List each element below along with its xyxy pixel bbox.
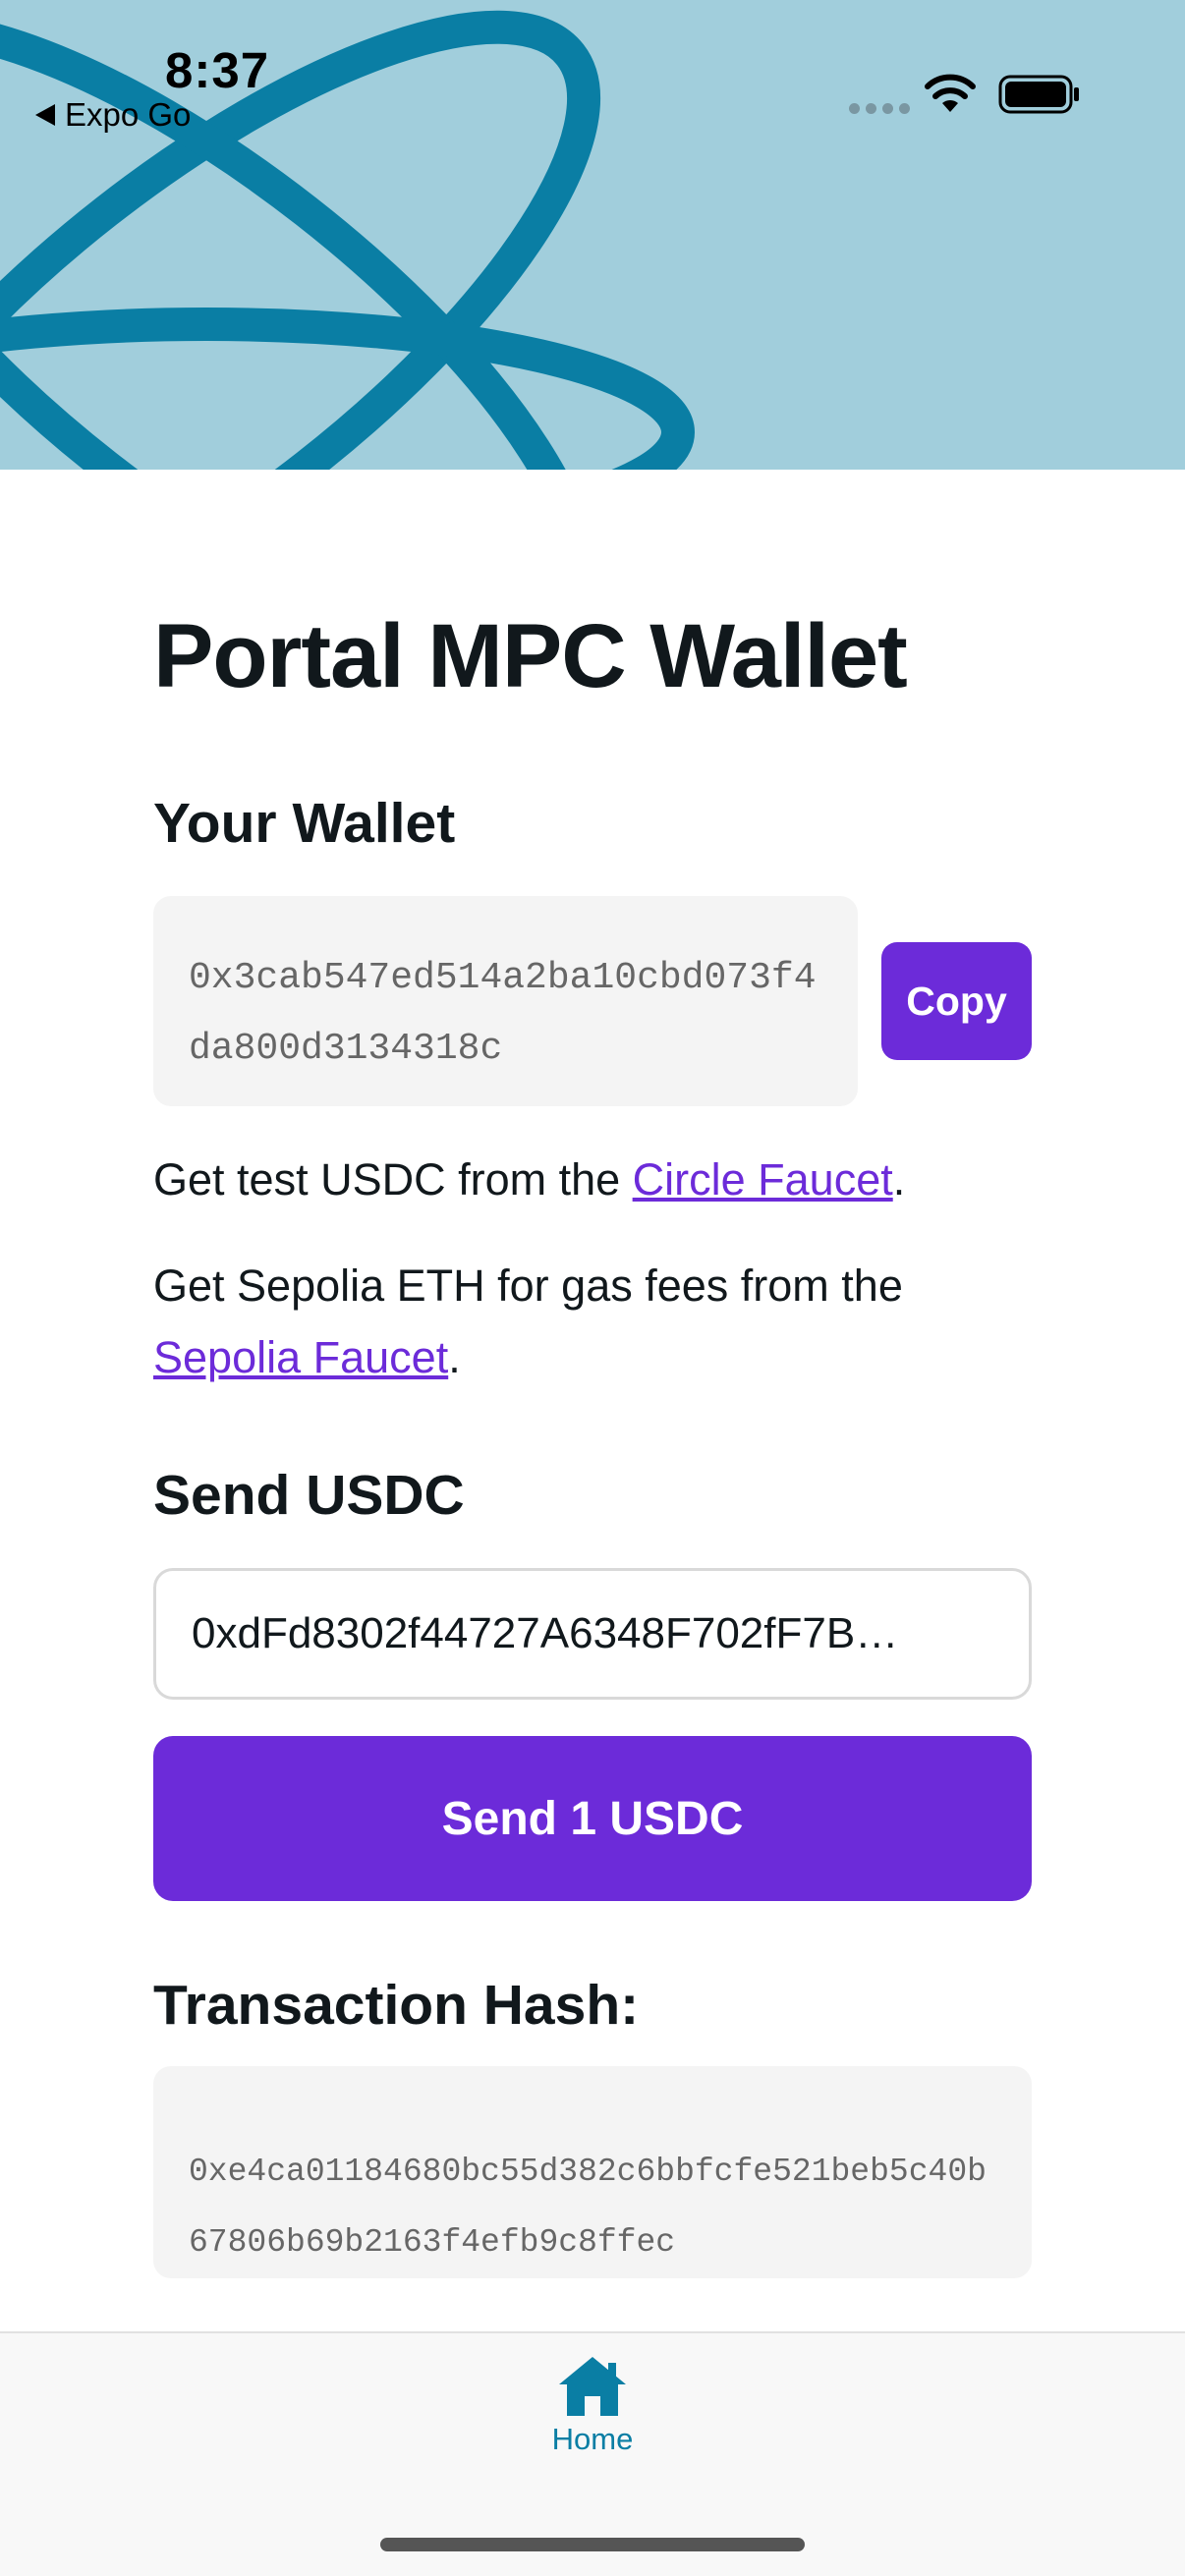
recipient-address-input[interactable]: 0xdFd8302f44727A6348F702fF7B… [153, 1568, 1032, 1700]
usdc-faucet-text: Get test USDC from the Circle Faucet. [153, 1154, 906, 1204]
send-usdc-button[interactable]: Send 1 USDC [153, 1736, 1032, 1901]
tab-home-label: Home [551, 2422, 634, 2456]
back-to-expo-go-link[interactable]: Expo Go [35, 96, 191, 134]
battery-icon [998, 75, 1079, 114]
wifi-icon [925, 74, 976, 112]
send-usdc-heading: Send USDC [153, 1464, 465, 1527]
status-time: 8:37 [165, 42, 270, 98]
transaction-hash-heading: Transaction Hash: [153, 1974, 640, 2037]
transaction-hash-display: 0xe4ca01184680bc55d382c6bbfcfe521beb5c40… [153, 2066, 1032, 2278]
signal-dots-icon [849, 103, 910, 114]
page-title: Portal MPC Wallet [153, 606, 908, 706]
home-indicator[interactable] [380, 2538, 805, 2551]
your-wallet-heading: Your Wallet [153, 792, 456, 855]
sepolia-faucet-link[interactable]: Sepolia Faucet [153, 1332, 448, 1382]
back-link-label: Expo Go [65, 96, 192, 133]
circle-faucet-link[interactable]: Circle Faucet [633, 1154, 893, 1204]
copy-address-button[interactable]: Copy [881, 942, 1032, 1060]
home-icon [559, 2357, 626, 2416]
eth-faucet-text: Get Sepolia ETH for gas fees from the Se… [153, 1260, 903, 1382]
header-banner: 8:37 Expo Go [0, 0, 1185, 470]
wallet-address-display: 0x3cab547ed514a2ba10cbd073f4da800d313431… [153, 896, 858, 1106]
back-arrow-icon [35, 104, 55, 126]
tab-home[interactable]: Home [521, 2355, 664, 2463]
